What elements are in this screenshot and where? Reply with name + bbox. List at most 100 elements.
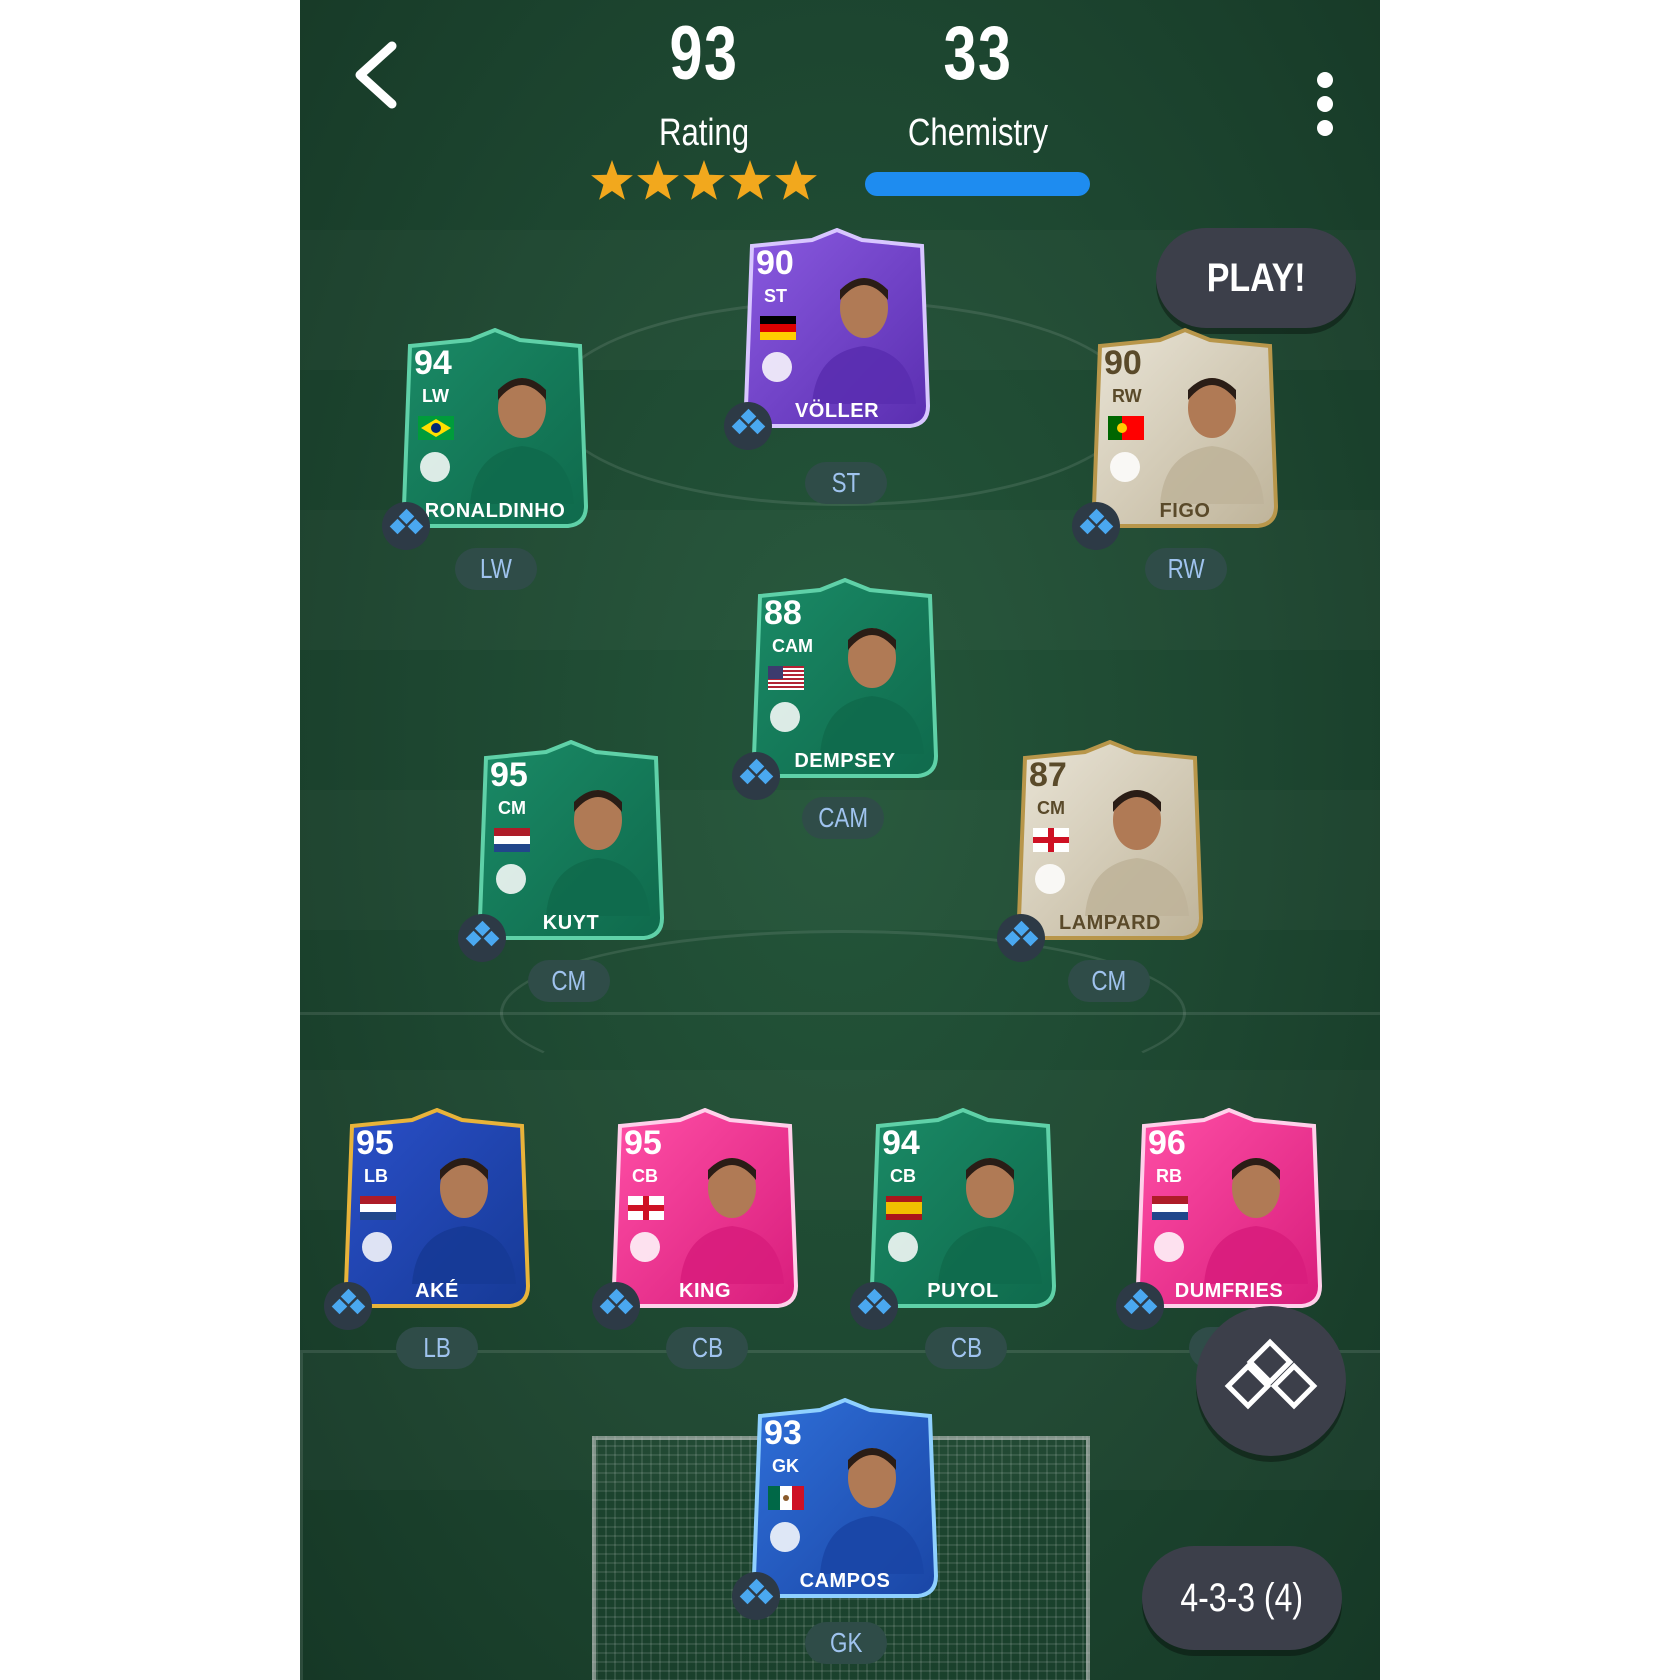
rating-value: 93 bbox=[669, 11, 739, 96]
player-card-lw[interactable]: 94 LW RONALDINHO bbox=[382, 328, 590, 550]
player-card-gk[interactable]: 93 GK CAMPOS bbox=[732, 1398, 940, 1620]
player-portrait bbox=[680, 1158, 784, 1284]
slot-pill-lw[interactable]: LW bbox=[455, 548, 537, 590]
player-position: ST bbox=[764, 286, 788, 306]
star-icon bbox=[591, 160, 633, 200]
nation-flag bbox=[768, 1486, 804, 1510]
slot-pill-st[interactable]: ST bbox=[805, 462, 887, 504]
slot-label: RW bbox=[1167, 553, 1205, 584]
player-portrait bbox=[820, 1448, 924, 1574]
player-rating: 94 bbox=[414, 344, 452, 382]
player-card-rcb[interactable]: 94 CB PUYOL bbox=[850, 1108, 1058, 1330]
club-badge bbox=[1110, 452, 1140, 482]
penalty-arc bbox=[500, 930, 1186, 1096]
club-badge bbox=[1154, 1232, 1184, 1262]
player-position: CB bbox=[890, 1166, 916, 1186]
player-card-rw[interactable]: 90 RW FIGO bbox=[1072, 328, 1280, 550]
more-menu-button[interactable] bbox=[1310, 72, 1340, 142]
chevron-left-icon bbox=[355, 41, 397, 109]
back-button[interactable] bbox=[348, 40, 408, 110]
slot-pill-lcm[interactable]: CM bbox=[528, 960, 610, 1002]
slot-pill-rcm[interactable]: CM bbox=[1068, 960, 1150, 1002]
player-card-rcm[interactable]: 87 CM LAMPARD bbox=[997, 740, 1205, 962]
nation-flag bbox=[760, 316, 796, 340]
chemistry-icon bbox=[997, 914, 1045, 962]
squad-screen: 93 Rating 33 Chemistry PLAY! 90 ST VÖLLER S… bbox=[300, 0, 1380, 1680]
chemistry-button[interactable] bbox=[1196, 1306, 1346, 1456]
player-rating: 95 bbox=[624, 1124, 662, 1162]
slot-label: LB bbox=[423, 1332, 451, 1363]
player-rating: 90 bbox=[756, 244, 794, 282]
player-rating: 95 bbox=[356, 1124, 394, 1162]
player-card-st[interactable]: 90 ST VÖLLER bbox=[724, 228, 932, 450]
player-rating: 95 bbox=[490, 756, 528, 794]
slot-pill-rw[interactable]: RW bbox=[1145, 548, 1227, 590]
slot-pill-lb[interactable]: LB bbox=[396, 1327, 478, 1369]
chemistry-icon bbox=[732, 752, 780, 800]
chemistry-icon bbox=[1072, 502, 1120, 550]
nation-flag bbox=[1033, 828, 1069, 852]
chemistry-diamonds-icon bbox=[1224, 1338, 1318, 1410]
nation-flag bbox=[768, 666, 804, 690]
play-button[interactable]: PLAY! bbox=[1156, 228, 1356, 328]
chemistry-icon bbox=[382, 502, 430, 550]
menu-dot bbox=[1317, 120, 1333, 136]
slot-pill-gk[interactable]: GK bbox=[805, 1622, 887, 1664]
slot-label: GK bbox=[829, 1627, 863, 1658]
slot-label: ST bbox=[831, 467, 861, 498]
player-card-lcb[interactable]: 95 CB KING bbox=[592, 1108, 800, 1330]
player-position: RW bbox=[1112, 386, 1142, 406]
player-rating: 87 bbox=[1029, 756, 1067, 794]
player-portrait bbox=[1085, 790, 1189, 916]
chemistry-icon bbox=[724, 402, 772, 450]
player-position: LW bbox=[422, 386, 449, 406]
chemistry-bar bbox=[865, 172, 1090, 196]
player-portrait bbox=[1160, 378, 1264, 504]
slot-label: CAM bbox=[818, 802, 868, 833]
slot-label: CM bbox=[1091, 965, 1127, 996]
club-badge bbox=[362, 1232, 392, 1262]
chemistry-label: Chemistry bbox=[907, 112, 1049, 154]
more-vertical-icon bbox=[1317, 72, 1333, 88]
nation-flag bbox=[1108, 416, 1144, 440]
slot-pill-lcb[interactable]: CB bbox=[666, 1327, 748, 1369]
formation-button[interactable]: 4-3-3 (4) bbox=[1142, 1546, 1342, 1650]
player-position: CAM bbox=[772, 636, 813, 656]
player-card-lcm[interactable]: 95 CM KUYT bbox=[458, 740, 666, 962]
formation-label: 4-3-3 (4) bbox=[1180, 1576, 1304, 1620]
nation-flag bbox=[360, 1196, 396, 1220]
player-card-cam[interactable]: 88 CAM DEMPSEY bbox=[732, 578, 940, 800]
nation-flag bbox=[494, 828, 530, 852]
rating-label: Rating bbox=[658, 112, 750, 154]
slot-pill-cam[interactable]: CAM bbox=[802, 797, 884, 839]
star-icon bbox=[683, 160, 725, 200]
player-rating: 96 bbox=[1148, 1124, 1186, 1162]
player-card-lb[interactable]: 95 LB AKÉ bbox=[324, 1108, 532, 1330]
player-portrait bbox=[820, 628, 924, 754]
player-position: GK bbox=[772, 1456, 799, 1476]
star-icon bbox=[637, 160, 679, 200]
player-position: CB bbox=[632, 1166, 658, 1186]
play-label: PLAY! bbox=[1206, 256, 1306, 300]
player-rating: 88 bbox=[764, 594, 802, 632]
star-icon bbox=[775, 160, 817, 200]
player-rating: 90 bbox=[1104, 344, 1142, 382]
chemistry-icon bbox=[1116, 1282, 1164, 1330]
chemistry-value: 33 bbox=[943, 11, 1013, 96]
club-badge bbox=[1035, 864, 1065, 894]
club-badge bbox=[770, 1522, 800, 1552]
chemistry-icon bbox=[850, 1282, 898, 1330]
club-badge bbox=[762, 352, 792, 382]
slot-pill-rcb[interactable]: CB bbox=[925, 1327, 1007, 1369]
chemistry-icon bbox=[592, 1282, 640, 1330]
club-badge bbox=[420, 452, 450, 482]
star-icon bbox=[729, 160, 771, 200]
club-badge bbox=[496, 864, 526, 894]
player-position: CM bbox=[1037, 798, 1065, 818]
nation-flag bbox=[886, 1196, 922, 1220]
player-portrait bbox=[412, 1158, 516, 1284]
player-card-rb[interactable]: 96 RB DUMFRIES bbox=[1116, 1108, 1324, 1330]
player-portrait bbox=[812, 278, 916, 404]
rating-stars bbox=[591, 160, 817, 200]
club-badge bbox=[630, 1232, 660, 1262]
